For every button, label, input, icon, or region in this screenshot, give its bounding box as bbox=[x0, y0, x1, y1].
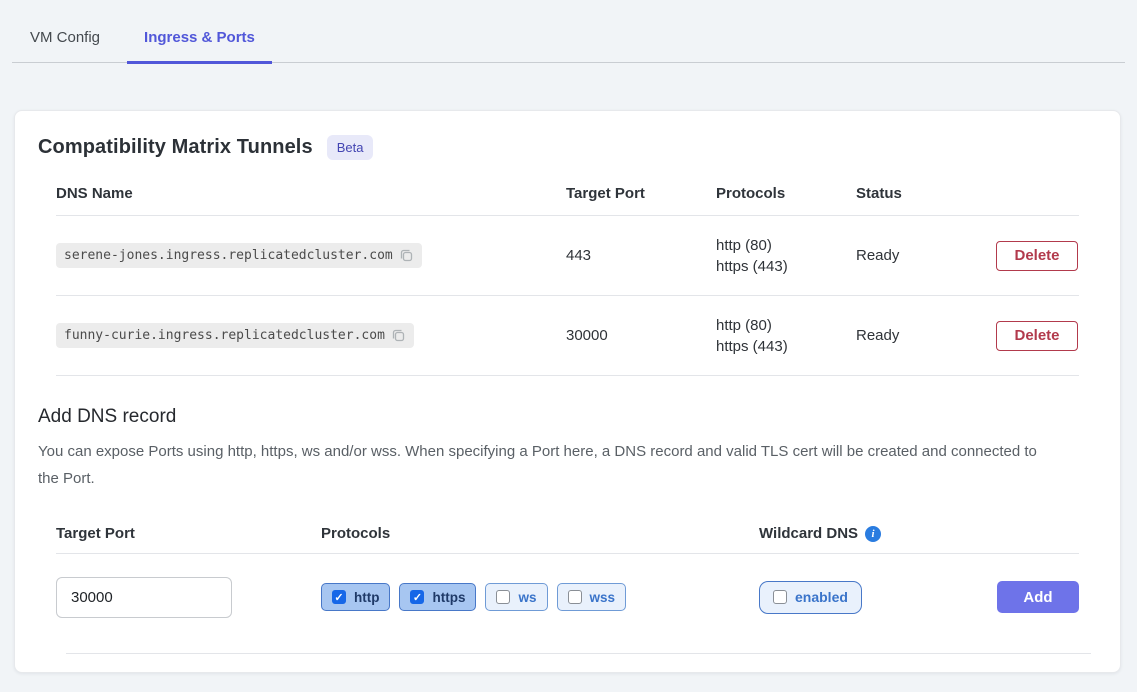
protocol-checkbox-http[interactable]: http bbox=[321, 583, 390, 611]
delete-button[interactable]: Delete bbox=[996, 321, 1078, 351]
checkbox-icon bbox=[496, 590, 510, 604]
wildcard-enabled-label: enabled bbox=[795, 589, 848, 605]
bottom-divider bbox=[66, 653, 1091, 654]
protocol-checkbox-ws[interactable]: ws bbox=[485, 583, 547, 611]
form-input-row: http https ws wss enabled bbox=[56, 554, 1079, 640]
status-cell: Ready bbox=[856, 247, 996, 264]
target-port-input[interactable] bbox=[56, 577, 232, 618]
protocols-cell: http (80) https (443) bbox=[716, 315, 856, 357]
delete-button[interactable]: Delete bbox=[996, 241, 1078, 271]
protocol-checkbox-https[interactable]: https bbox=[399, 583, 476, 611]
add-dns-record-description: You can expose Ports using http, https, … bbox=[37, 438, 1049, 492]
tab-vm-config[interactable]: VM Config bbox=[12, 29, 117, 64]
tab-bar: VM Config Ingress & Ports bbox=[12, 0, 1125, 63]
table-row: serene-jones.ingress.replicatedcluster.c… bbox=[56, 216, 1079, 296]
col-header-dns-name: DNS Name bbox=[56, 185, 566, 202]
card-header: Compatibility Matrix Tunnels Beta bbox=[37, 135, 1098, 160]
col-header-protocols: Protocols bbox=[716, 185, 856, 202]
checkbox-icon bbox=[410, 590, 424, 604]
target-port-cell: 443 bbox=[566, 247, 716, 264]
add-button[interactable]: Add bbox=[997, 581, 1079, 613]
info-icon[interactable] bbox=[865, 526, 881, 542]
target-port-cell: 30000 bbox=[566, 327, 716, 344]
copy-icon[interactable] bbox=[391, 328, 406, 343]
col-header-status: Status bbox=[856, 185, 996, 202]
form-header-wildcard-dns: Wildcard DNS bbox=[759, 525, 858, 542]
col-header-target-port: Target Port bbox=[566, 185, 716, 202]
dns-name-pill: serene-jones.ingress.replicatedcluster.c… bbox=[56, 243, 422, 268]
table-row: funny-curie.ingress.replicatedcluster.co… bbox=[56, 296, 1079, 376]
table-header-row: DNS Name Target Port Protocols Status bbox=[56, 172, 1079, 216]
protocol-line: http (80) bbox=[716, 315, 856, 336]
tab-ingress-ports[interactable]: Ingress & Ports bbox=[127, 29, 272, 64]
tunnels-card: Compatibility Matrix Tunnels Beta DNS Na… bbox=[14, 110, 1121, 673]
tunnels-table: DNS Name Target Port Protocols Status se… bbox=[56, 172, 1079, 376]
protocols-cell: http (80) https (443) bbox=[716, 235, 856, 277]
dns-name-text: serene-jones.ingress.replicatedcluster.c… bbox=[64, 248, 393, 263]
checkbox-icon bbox=[773, 590, 787, 604]
protocol-label: ws bbox=[518, 590, 536, 605]
form-header-row: Target Port Protocols Wildcard DNS bbox=[56, 514, 1079, 554]
form-header-target-port: Target Port bbox=[56, 525, 321, 542]
dns-name-pill: funny-curie.ingress.replicatedcluster.co… bbox=[56, 323, 414, 348]
form-header-protocols: Protocols bbox=[321, 525, 759, 542]
dns-name-text: funny-curie.ingress.replicatedcluster.co… bbox=[64, 328, 385, 343]
add-dns-form: Target Port Protocols Wildcard DNS http … bbox=[56, 514, 1079, 654]
checkbox-icon bbox=[568, 590, 582, 604]
protocol-label: https bbox=[432, 590, 465, 605]
status-cell: Ready bbox=[856, 327, 996, 344]
protocol-line: http (80) bbox=[716, 235, 856, 256]
protocol-line: https (443) bbox=[716, 336, 856, 357]
protocol-checkbox-wss[interactable]: wss bbox=[557, 583, 627, 611]
beta-badge: Beta bbox=[327, 135, 374, 160]
protocol-checkbox-group: http https ws wss bbox=[321, 583, 759, 611]
protocol-line: https (443) bbox=[716, 256, 856, 277]
card-title: Compatibility Matrix Tunnels bbox=[38, 136, 313, 159]
protocol-label: wss bbox=[590, 590, 616, 605]
protocol-label: http bbox=[354, 590, 379, 605]
checkbox-icon bbox=[332, 590, 346, 604]
wildcard-enabled-checkbox[interactable]: enabled bbox=[759, 581, 862, 614]
copy-icon[interactable] bbox=[399, 248, 414, 263]
add-dns-record-title: Add DNS record bbox=[37, 406, 1098, 428]
